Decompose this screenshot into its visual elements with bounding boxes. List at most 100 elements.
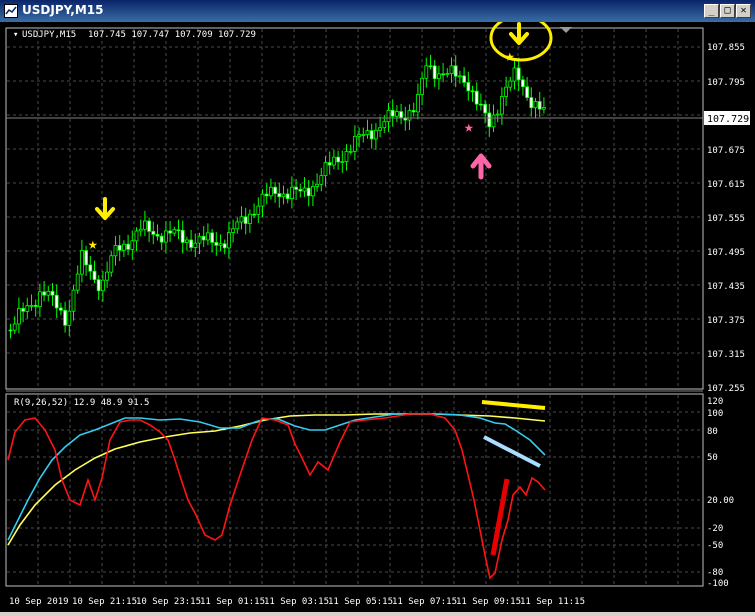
candle-body xyxy=(453,65,458,77)
candle-body xyxy=(357,134,362,137)
candle-body xyxy=(336,156,341,163)
candle-body xyxy=(163,230,168,243)
cyan-indicator-line xyxy=(7,413,546,541)
price-label: 107.375 xyxy=(707,316,745,326)
candle-body xyxy=(273,186,278,194)
down-arrow-icon xyxy=(509,22,529,45)
star-icon: ★ xyxy=(464,117,474,136)
up-arrow-icon xyxy=(470,153,492,180)
price-label: 107.855 xyxy=(707,43,745,53)
level-label: -100 xyxy=(707,579,729,589)
candle-body xyxy=(210,232,215,243)
candle-body xyxy=(537,101,542,110)
candle-body xyxy=(432,65,437,80)
price-label: 107.615 xyxy=(707,180,745,190)
yellow-trend-stroke xyxy=(481,400,546,410)
candle-body xyxy=(8,329,13,332)
candle-body xyxy=(252,213,257,216)
candle-body xyxy=(449,65,454,74)
chart-canvas[interactable]: 107.729 ▾ USDJPY,M15 107.745 107.747 107… xyxy=(0,14,755,612)
candle-body xyxy=(159,235,164,243)
symbol-label: USDJPY,M15 xyxy=(22,30,76,40)
price-axis: 107.855 107.795 107.675 107.615 107.555 … xyxy=(707,43,745,394)
candle-body xyxy=(319,175,324,185)
time-label: 10 Sep 21:15 xyxy=(72,597,137,607)
candle-body xyxy=(231,228,236,233)
candle-body xyxy=(126,243,130,250)
collapse-chevron-icon[interactable]: ▾ xyxy=(13,30,18,40)
candle-body xyxy=(21,308,26,312)
candle-body xyxy=(386,109,391,123)
candle-body xyxy=(138,228,143,232)
candle-body xyxy=(42,291,46,296)
candle-body xyxy=(294,186,299,190)
candle-body xyxy=(193,242,198,248)
candle-body xyxy=(365,130,370,135)
candle-body xyxy=(29,304,34,307)
level-label: 100 xyxy=(707,409,723,419)
title-bar: USDJPY,M15 _ □ ✕ xyxy=(0,0,755,22)
down-arrow-icon xyxy=(95,197,115,220)
close-button[interactable]: ✕ xyxy=(736,4,751,18)
time-label: 11 Sep 01:15 xyxy=(200,597,265,607)
candle-body xyxy=(306,187,311,197)
star-icon: ★ xyxy=(505,46,515,65)
price-label: 107.495 xyxy=(707,248,745,258)
candle-body xyxy=(214,242,219,246)
candle-body xyxy=(483,103,488,114)
price-label: 107.795 xyxy=(707,78,745,88)
current-price-label: 107.729 xyxy=(707,114,749,125)
candle-body xyxy=(168,230,173,234)
main-chart-frame xyxy=(5,27,704,390)
candle-body xyxy=(285,193,290,200)
candle-body xyxy=(407,110,412,121)
level-label: 80 xyxy=(707,427,718,437)
candle-body xyxy=(260,193,265,207)
indicator-frame xyxy=(5,393,704,587)
time-axis: 10 Sep 2019 10 Sep 21:15 10 Sep 23:15 11… xyxy=(9,597,585,607)
candle-body xyxy=(327,162,332,166)
candle-body xyxy=(436,73,441,80)
candle-body xyxy=(491,114,496,128)
time-label: 10 Sep 2019 xyxy=(9,597,69,607)
time-label: 11 Sep 11:15 xyxy=(520,597,585,607)
candle-body xyxy=(331,156,336,166)
price-label: 107.555 xyxy=(707,214,745,224)
candle-body xyxy=(516,67,521,81)
candle-body xyxy=(142,220,147,230)
candle-body xyxy=(394,111,399,117)
candle-body xyxy=(33,304,38,307)
candle-body xyxy=(310,186,315,197)
window-title: USDJPY,M15 xyxy=(22,3,104,17)
candle-body xyxy=(180,229,185,243)
candle-body xyxy=(12,323,17,331)
candle-body xyxy=(172,229,177,234)
candle-body xyxy=(96,279,101,292)
time-label: 11 Sep 09:15 xyxy=(456,597,521,607)
time-label: 11 Sep 03:15 xyxy=(264,597,329,607)
candle-body xyxy=(184,239,189,243)
candle-body xyxy=(226,232,231,249)
candle-body xyxy=(411,110,416,113)
chart-area[interactable]: 107.729 ▾ USDJPY,M15 107.745 107.747 107… xyxy=(0,14,755,612)
candle-body xyxy=(67,310,72,326)
candle-body xyxy=(495,113,500,116)
candle-body xyxy=(25,305,30,312)
candle-body xyxy=(504,86,509,97)
candle-body xyxy=(80,250,84,275)
candle-body xyxy=(189,239,194,248)
candle-body xyxy=(59,307,63,311)
candle-body xyxy=(533,101,538,109)
price-label: 107.435 xyxy=(707,282,745,292)
candle-body xyxy=(264,193,269,197)
minimize-button[interactable]: _ xyxy=(704,4,719,18)
chart-shift-marker-icon[interactable] xyxy=(560,27,572,33)
candle-body xyxy=(478,103,483,106)
red-indicator-line xyxy=(7,413,546,580)
maximize-button[interactable]: □ xyxy=(720,4,735,18)
time-label: 11 Sep 05:15 xyxy=(328,597,393,607)
candle-body xyxy=(415,94,420,113)
candle-body xyxy=(344,151,349,163)
candle-body xyxy=(243,216,248,224)
candle-body xyxy=(281,193,286,198)
